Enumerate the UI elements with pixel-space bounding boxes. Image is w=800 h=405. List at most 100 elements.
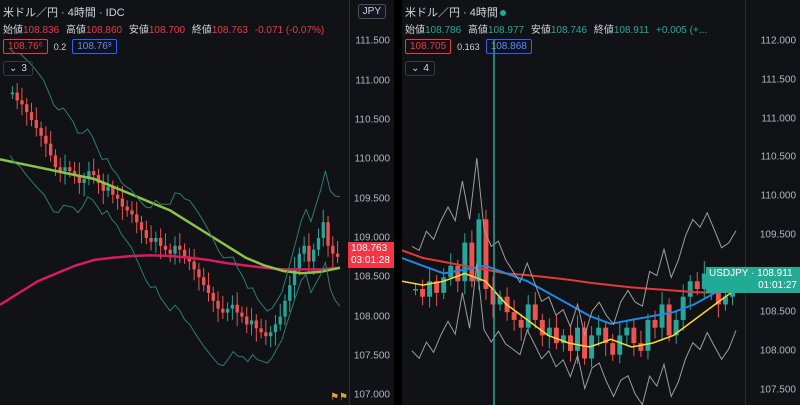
left-open-value: 108.836	[23, 25, 60, 36]
candle-body	[20, 100, 24, 105]
left-spread: 0.2	[53, 41, 67, 52]
right-close-label: 終値	[593, 25, 614, 36]
left-ohlc-legend: 始値108.836 高値108.860 安値108.700 終値108.763 …	[3, 21, 328, 36]
candle-body	[15, 92, 19, 101]
candle-body	[68, 167, 72, 172]
left-change-value: -0.071 (-0.07%)	[254, 25, 325, 36]
candle-body	[476, 219, 482, 282]
pane-divider[interactable]	[394, 0, 402, 405]
right-ohlc-legend: 始値108.786 高値108.977 安値108.746 終値108.911 …	[405, 21, 711, 36]
right-buy-button[interactable]: 108.868	[485, 39, 532, 54]
axis-tick-label: 111.500	[355, 35, 390, 47]
left-last-price: 108.763	[351, 243, 388, 254]
right-price-chart[interactable]	[402, 0, 746, 405]
candle-body	[268, 332, 273, 337]
candle-body	[617, 335, 623, 355]
right-indicator-count: 4	[423, 63, 429, 74]
left-chart-pane[interactable]: 米ドル／円 · 4時間 · IDC 始値108.836 高値108.860 安値…	[0, 0, 394, 405]
candle-body	[316, 237, 321, 250]
chevron-down-icon: ⌄	[9, 63, 18, 74]
candle-body	[245, 316, 249, 325]
candle-body	[525, 304, 531, 328]
candle-body	[666, 304, 672, 336]
flag-icon[interactable]: ⚑⚑	[330, 392, 348, 403]
right-spread: 0.163	[457, 41, 480, 52]
candle-body	[264, 332, 268, 337]
right-symbol-label: USDJPY	[709, 268, 749, 279]
candle-body	[288, 285, 292, 301]
candle-body	[518, 319, 524, 328]
left-high-value: 108.860	[85, 25, 123, 36]
right-high-value: 108.977	[487, 25, 525, 36]
right-symbol-title[interactable]: 米ドル／円 · 4時間	[405, 4, 508, 20]
right-chart-pane[interactable]: 米ドル／円 · 4時間 始値108.786 高値108.977 安値108.74…	[402, 0, 800, 405]
candle-body	[202, 277, 206, 286]
right-change-value: +0.005 (+...	[656, 25, 708, 36]
right-indicators-toggle[interactable]: ⌄ 4	[405, 61, 435, 76]
candle-body	[106, 186, 110, 191]
axis-tick-label: 112.000	[760, 35, 796, 47]
candle-body	[302, 245, 306, 254]
left-symbol-title[interactable]: 米ドル／円 · 4時間 · IDC	[3, 4, 125, 20]
axis-tick-label: 107.500	[759, 384, 796, 396]
candle-body	[48, 143, 53, 156]
candle-body	[645, 319, 651, 351]
left-buy-button[interactable]: 108.76⁸	[72, 39, 118, 54]
candle-body	[120, 198, 125, 207]
right-sell-button[interactable]: 108.705	[405, 39, 452, 54]
candle-body	[125, 206, 129, 211]
candle-body	[154, 237, 158, 242]
axis-tick-label: 108.000	[353, 311, 390, 323]
left-indicators-toggle[interactable]: ⌄ 3	[3, 61, 33, 76]
candle-body	[192, 261, 196, 270]
candle-body	[63, 167, 67, 172]
left-close-label: 終値	[191, 25, 212, 36]
candle-body	[283, 300, 287, 317]
candle-body	[624, 327, 630, 336]
candle-body	[144, 230, 148, 238]
candle-body	[659, 304, 665, 328]
candle-body	[211, 292, 215, 301]
candle-body	[511, 312, 517, 320]
left-price-axis[interactable]: JPY 111.500 111.000 110.500 110.000 109.500 1…	[349, 0, 394, 405]
candle-body	[312, 249, 316, 262]
left-sell-button[interactable]: 108.76⁶	[3, 39, 48, 54]
candle-body	[139, 222, 144, 231]
candle-body	[92, 171, 96, 176]
candle-body	[575, 327, 580, 351]
axis-tick-label: 110.500	[354, 114, 390, 126]
right-countdown: 01:01:27	[758, 280, 797, 291]
right-low-label: 安値	[530, 25, 551, 36]
candle-body	[230, 304, 235, 309]
candle-body	[652, 319, 658, 328]
right-price-axis[interactable]: 112.000 111.500 111.000 110.500 110.000 109.5…	[745, 0, 800, 405]
axis-tick-label: 107.500	[353, 350, 390, 362]
candle-body	[413, 288, 418, 291]
candle-body	[10, 92, 15, 95]
left-high-label: 高値	[65, 25, 86, 36]
axis-tick-label: 110.000	[760, 190, 796, 202]
candle-body	[29, 112, 34, 121]
axis-tick-label: 111.000	[355, 75, 390, 87]
left-price-chart[interactable]	[0, 0, 350, 405]
candle-body	[441, 277, 447, 293]
axis-tick-label: 107.000	[353, 389, 390, 401]
candle-body	[273, 324, 278, 333]
candle-body	[254, 320, 258, 329]
candle-body	[532, 304, 538, 320]
left-quote-row: 108.76⁶ 0.2 108.76⁸	[3, 39, 118, 54]
right-quote-row: 108.705 0.163 108.868	[405, 39, 532, 54]
candle-body	[278, 316, 282, 325]
axis-tick-label: 110.000	[354, 153, 390, 165]
right-low-value: 108.746	[550, 25, 588, 36]
candle-body	[135, 214, 139, 223]
candle-body	[259, 328, 263, 333]
candle-body	[694, 281, 700, 289]
candle-body	[173, 245, 177, 254]
candle-body	[197, 269, 201, 278]
candle-body	[82, 178, 86, 183]
candle-body	[130, 210, 134, 215]
left-currency-badge[interactable]: JPY	[357, 4, 386, 19]
right-last-price-badge: USDJPY · 108.911 01:01:27	[706, 267, 800, 293]
candle-body	[44, 135, 48, 144]
